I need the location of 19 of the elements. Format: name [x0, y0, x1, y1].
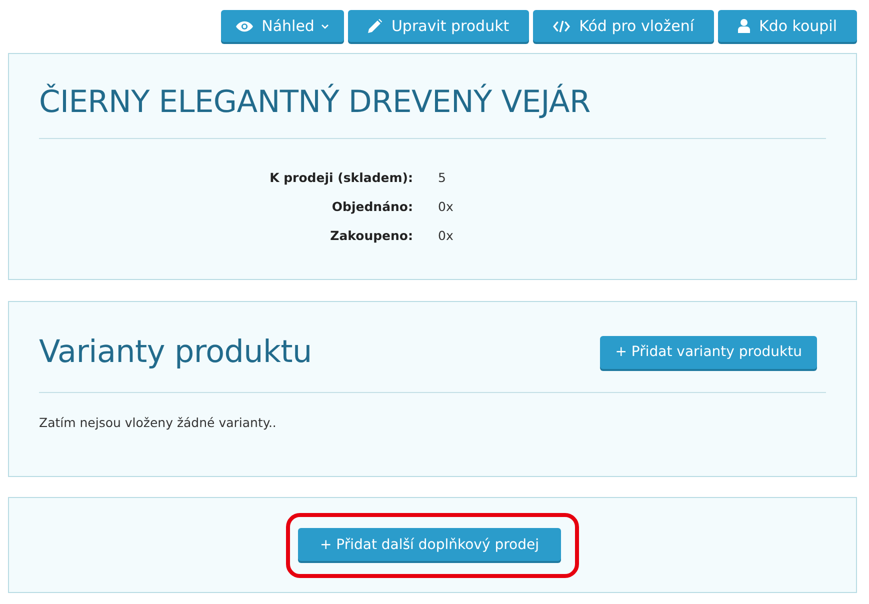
stat-label: Objednáno: — [330, 198, 413, 216]
empty-message: Zatím nejsou vloženy žádné varianty.. — [39, 415, 278, 430]
product-title: ČIERNY ELEGANTNÝ DREVENÝ VEJÁR — [39, 82, 592, 122]
toolbar-button[interactable]: Kdo koupil — [718, 10, 857, 42]
eye-icon — [236, 20, 253, 32]
stat-label: Zakoupeno: — [329, 227, 413, 245]
stat-label: K prodeji (skladem): — [268, 169, 413, 187]
add-upsell-button[interactable]: + Přidat další doplňkový prodej — [298, 528, 561, 561]
code-icon — [553, 20, 570, 32]
toolbar-button[interactable]: Upravit produkt — [348, 10, 530, 42]
toolbar-button[interactable]: Náhled — [220, 10, 344, 42]
toolbar-button[interactable]: Kód pro vložení — [533, 10, 714, 42]
stat-value: 5 — [438, 169, 447, 187]
user-icon — [738, 19, 750, 33]
stat-value: 0x — [438, 198, 454, 216]
stat-value: 0x — [438, 227, 454, 245]
variants-heading: Varianty produktu — [39, 334, 312, 370]
add-variants-button[interactable]: + Přidat varianty produktu — [600, 336, 817, 368]
pencil-icon — [368, 19, 382, 33]
